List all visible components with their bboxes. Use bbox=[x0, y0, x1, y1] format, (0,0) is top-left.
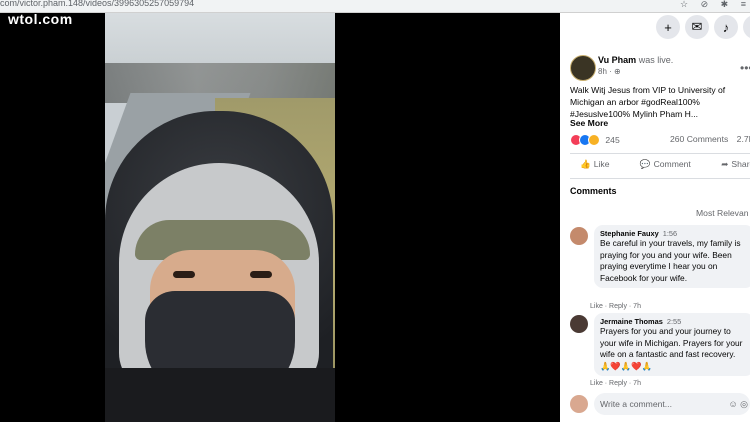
commenter-avatar[interactable] bbox=[570, 227, 588, 245]
share-button[interactable]: ➦Share bbox=[721, 159, 750, 169]
right-eye bbox=[250, 271, 272, 278]
see-more-link[interactable]: See More bbox=[570, 118, 608, 128]
live-video[interactable] bbox=[105, 13, 335, 422]
puzzle-icon[interactable]: ✱ bbox=[721, 0, 729, 9]
share-icon: ➦ bbox=[721, 159, 729, 169]
comment-time: 2:55 bbox=[666, 317, 682, 326]
reactions-row: 245 260 Comments 2.7K Vi bbox=[570, 134, 750, 148]
comment-time: 1:56 bbox=[662, 229, 678, 238]
more-options-icon[interactable]: ••• bbox=[740, 61, 750, 75]
views-count: 2.7K Vi bbox=[736, 134, 750, 144]
author-avatar[interactable] bbox=[570, 55, 596, 81]
care-reaction-icon bbox=[588, 134, 600, 146]
thumbs-up-icon: 👍 bbox=[580, 159, 591, 169]
left-eye bbox=[173, 271, 195, 278]
menu-icon[interactable]: ≡ bbox=[741, 0, 746, 9]
author-name[interactable]: Vu Pham bbox=[598, 55, 636, 65]
post-time: 8h · ⊕ bbox=[598, 67, 621, 76]
post-stats: 260 Comments 2.7K Vi bbox=[670, 134, 750, 144]
comments-count[interactable]: 260 Comments bbox=[670, 134, 728, 144]
comment-meta[interactable]: Like · Reply · 7h bbox=[590, 303, 641, 310]
post-actions: 👍Like 💬Comment ➦Share bbox=[580, 159, 750, 170]
comment-item: Jermaine Thomas 2:55 Prayers for you and … bbox=[570, 313, 750, 383]
emoji-camera-icons[interactable]: ☺ ◎ bbox=[728, 393, 748, 415]
plus-icon[interactable]: + bbox=[656, 15, 680, 39]
video-stage[interactable] bbox=[0, 13, 560, 422]
extension-icon[interactable]: ⊘ bbox=[701, 0, 709, 9]
comments-heading: Comments bbox=[570, 186, 617, 196]
sort-dropdown[interactable]: Most Relevan bbox=[696, 208, 749, 218]
comment-item: Stephanie Fauxy 1:56 Be careful in your t… bbox=[570, 225, 750, 315]
commenter-avatar[interactable] bbox=[570, 315, 588, 333]
account-icon[interactable]: ▾ bbox=[743, 15, 750, 39]
browser-toolbar-icons: ☆ ⊘ ✱ ≡ bbox=[670, 0, 746, 10]
comment-bubble: Jermaine Thomas 2:55 Prayers for you and … bbox=[594, 313, 750, 376]
globe-icon: ⊕ bbox=[614, 67, 621, 76]
commenter-name[interactable]: Stephanie Fauxy 1:56 bbox=[600, 229, 748, 238]
post-text: Walk Witj Jesus from VIP to University o… bbox=[570, 85, 726, 119]
reaction-count[interactable]: 245 bbox=[605, 135, 619, 145]
url-text[interactable]: com/victor.pham.148/videos/3996305257059… bbox=[0, 0, 194, 8]
comment-bubble: Stephanie Fauxy 1:56 Be careful in your t… bbox=[594, 225, 750, 288]
messenger-icon[interactable]: ✉ bbox=[685, 15, 709, 39]
reaction-icons[interactable] bbox=[570, 134, 600, 148]
like-button[interactable]: 👍 Like bbox=[580, 159, 623, 169]
notifications-icon[interactable]: ♪ bbox=[714, 15, 738, 39]
browser-address-bar: com/victor.pham.148/videos/3996305257059… bbox=[0, 0, 750, 13]
divider bbox=[570, 178, 750, 179]
comment-text: Be careful in your travels, my family is… bbox=[600, 238, 741, 283]
author-action: was live. bbox=[636, 55, 674, 65]
comment-text: Prayers for you and your journey to your… bbox=[600, 326, 743, 371]
jacket bbox=[105, 368, 335, 422]
user-avatar[interactable] bbox=[570, 395, 588, 413]
comment-button[interactable]: 💬 Comment bbox=[640, 159, 705, 169]
divider bbox=[570, 153, 750, 154]
comment-icon: 💬 bbox=[639, 159, 651, 169]
author-line: Vu Pham was live. bbox=[598, 55, 673, 65]
comment-input[interactable]: Write a comment... ☺ ◎ bbox=[594, 393, 750, 415]
star-icon[interactable]: ☆ bbox=[680, 0, 688, 9]
write-comment-row: Write a comment... ☺ ◎ bbox=[570, 393, 750, 415]
commenter-name[interactable]: Jermaine Thomas 2:55 bbox=[600, 317, 748, 326]
comment-meta[interactable]: Like · Reply · 7h bbox=[590, 380, 641, 387]
post-panel: Vu Pham was live. 8h · ⊕ ••• Walk Witj J… bbox=[560, 13, 750, 422]
top-right-buttons: + ✉ ♪ ▾ bbox=[656, 15, 750, 39]
wtol-watermark: wtol.com bbox=[8, 11, 73, 27]
